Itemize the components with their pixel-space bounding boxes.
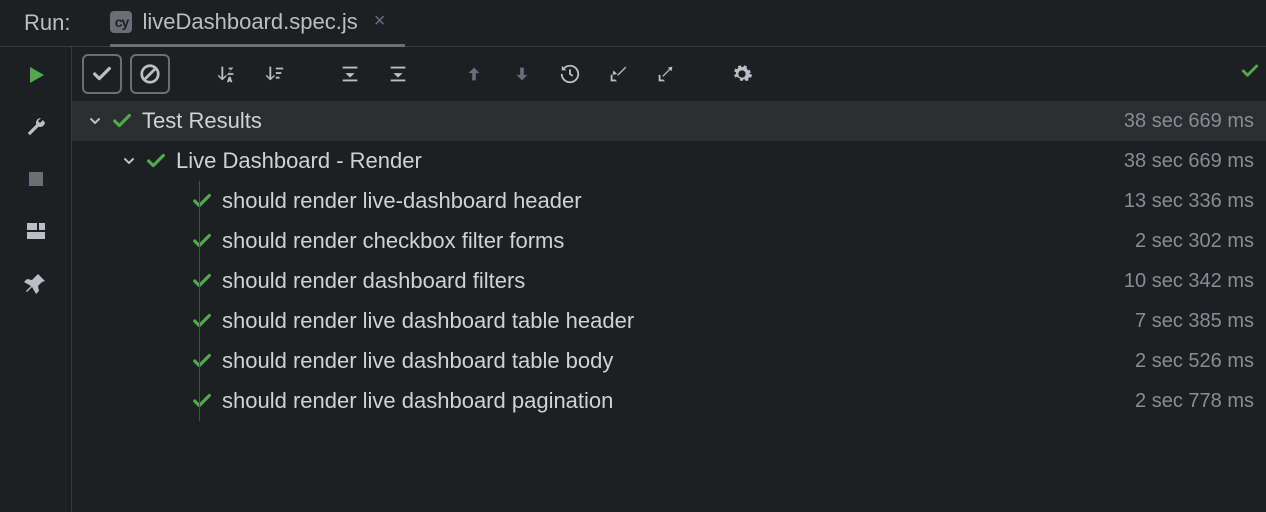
tree-test-label: should render live dashboard table body bbox=[222, 348, 613, 374]
test-results-tree: Test Results 38 sec 669 ms Live Dashboar… bbox=[72, 101, 1266, 512]
chevron-down-icon[interactable] bbox=[118, 150, 140, 172]
tree-suite-row[interactable]: Live Dashboard - Render 38 sec 669 ms bbox=[72, 141, 1266, 181]
tree-suite-timing: 38 sec 669 ms bbox=[1124, 150, 1254, 173]
tree-root-timing: 38 sec 669 ms bbox=[1124, 110, 1254, 133]
tree-test-label: should render live dashboard pagination bbox=[222, 388, 613, 414]
pass-icon bbox=[190, 349, 214, 373]
pass-icon bbox=[190, 269, 214, 293]
tree-test-row[interactable]: should render live dashboard table body … bbox=[72, 341, 1266, 381]
tab-bar: Run: cy liveDashboard.spec.js × bbox=[0, 0, 1266, 47]
expand-all-button[interactable] bbox=[378, 54, 418, 94]
run-tab[interactable]: cy liveDashboard.spec.js × bbox=[110, 0, 405, 47]
pass-icon bbox=[190, 229, 214, 253]
tree-test-label: should render dashboard filters bbox=[222, 268, 525, 294]
tree-test-timing: 2 sec 778 ms bbox=[1135, 390, 1254, 413]
chevron-down-icon[interactable] bbox=[84, 110, 106, 132]
left-tool-strip bbox=[0, 47, 72, 512]
pass-icon bbox=[190, 189, 214, 213]
tree-test-timing: 13 sec 336 ms bbox=[1124, 190, 1254, 213]
tree-test-row[interactable]: should render checkbox filter forms 2 se… bbox=[72, 221, 1266, 261]
export-tests-button[interactable] bbox=[646, 54, 686, 94]
pin-icon[interactable] bbox=[22, 269, 50, 297]
tree-test-row[interactable]: should render dashboard filters 10 sec 3… bbox=[72, 261, 1266, 301]
rerun-button[interactable] bbox=[22, 61, 50, 89]
collapse-all-button[interactable] bbox=[330, 54, 370, 94]
tree-test-label: should render live-dashboard header bbox=[222, 188, 582, 214]
tree-test-row[interactable]: should render live dashboard pagination … bbox=[72, 381, 1266, 421]
tree-guide-line bbox=[199, 181, 200, 421]
settings-button[interactable] bbox=[722, 54, 762, 94]
pass-icon bbox=[110, 109, 134, 133]
tree-test-label: should render live dashboard table heade… bbox=[222, 308, 634, 334]
tree-test-timing: 2 sec 302 ms bbox=[1135, 230, 1254, 253]
stop-icon[interactable] bbox=[22, 165, 50, 193]
show-passed-toggle[interactable] bbox=[82, 54, 122, 94]
layout-icon[interactable] bbox=[22, 217, 50, 245]
all-passed-icon bbox=[1240, 61, 1260, 87]
test-history-button[interactable] bbox=[550, 54, 590, 94]
tree-test-label: should render checkbox filter forms bbox=[222, 228, 564, 254]
pass-icon bbox=[144, 149, 168, 173]
close-icon[interactable]: × bbox=[368, 10, 392, 33]
cypress-icon: cy bbox=[110, 11, 132, 33]
run-label: Run: bbox=[24, 10, 70, 36]
tree-root-row[interactable]: Test Results 38 sec 669 ms bbox=[72, 101, 1266, 141]
show-ignored-toggle[interactable] bbox=[130, 54, 170, 94]
tab-label: liveDashboard.spec.js bbox=[142, 9, 357, 35]
pass-icon bbox=[190, 309, 214, 333]
prev-failed-button[interactable] bbox=[454, 54, 494, 94]
sort-duration-button[interactable] bbox=[254, 54, 294, 94]
wrench-icon[interactable] bbox=[22, 113, 50, 141]
tree-test-row[interactable]: should render live dashboard table heade… bbox=[72, 301, 1266, 341]
next-failed-button[interactable] bbox=[502, 54, 542, 94]
tree-suite-label: Live Dashboard - Render bbox=[176, 148, 422, 174]
sort-alpha-button[interactable] bbox=[206, 54, 246, 94]
tree-test-timing: 2 sec 526 ms bbox=[1135, 350, 1254, 373]
tree-root-label: Test Results bbox=[142, 108, 262, 134]
import-tests-button[interactable] bbox=[598, 54, 638, 94]
test-toolbar bbox=[72, 47, 1266, 101]
pass-icon bbox=[190, 389, 214, 413]
tree-test-timing: 7 sec 385 ms bbox=[1135, 310, 1254, 333]
tree-test-timing: 10 sec 342 ms bbox=[1124, 270, 1254, 293]
tree-test-row[interactable]: should render live-dashboard header 13 s… bbox=[72, 181, 1266, 221]
